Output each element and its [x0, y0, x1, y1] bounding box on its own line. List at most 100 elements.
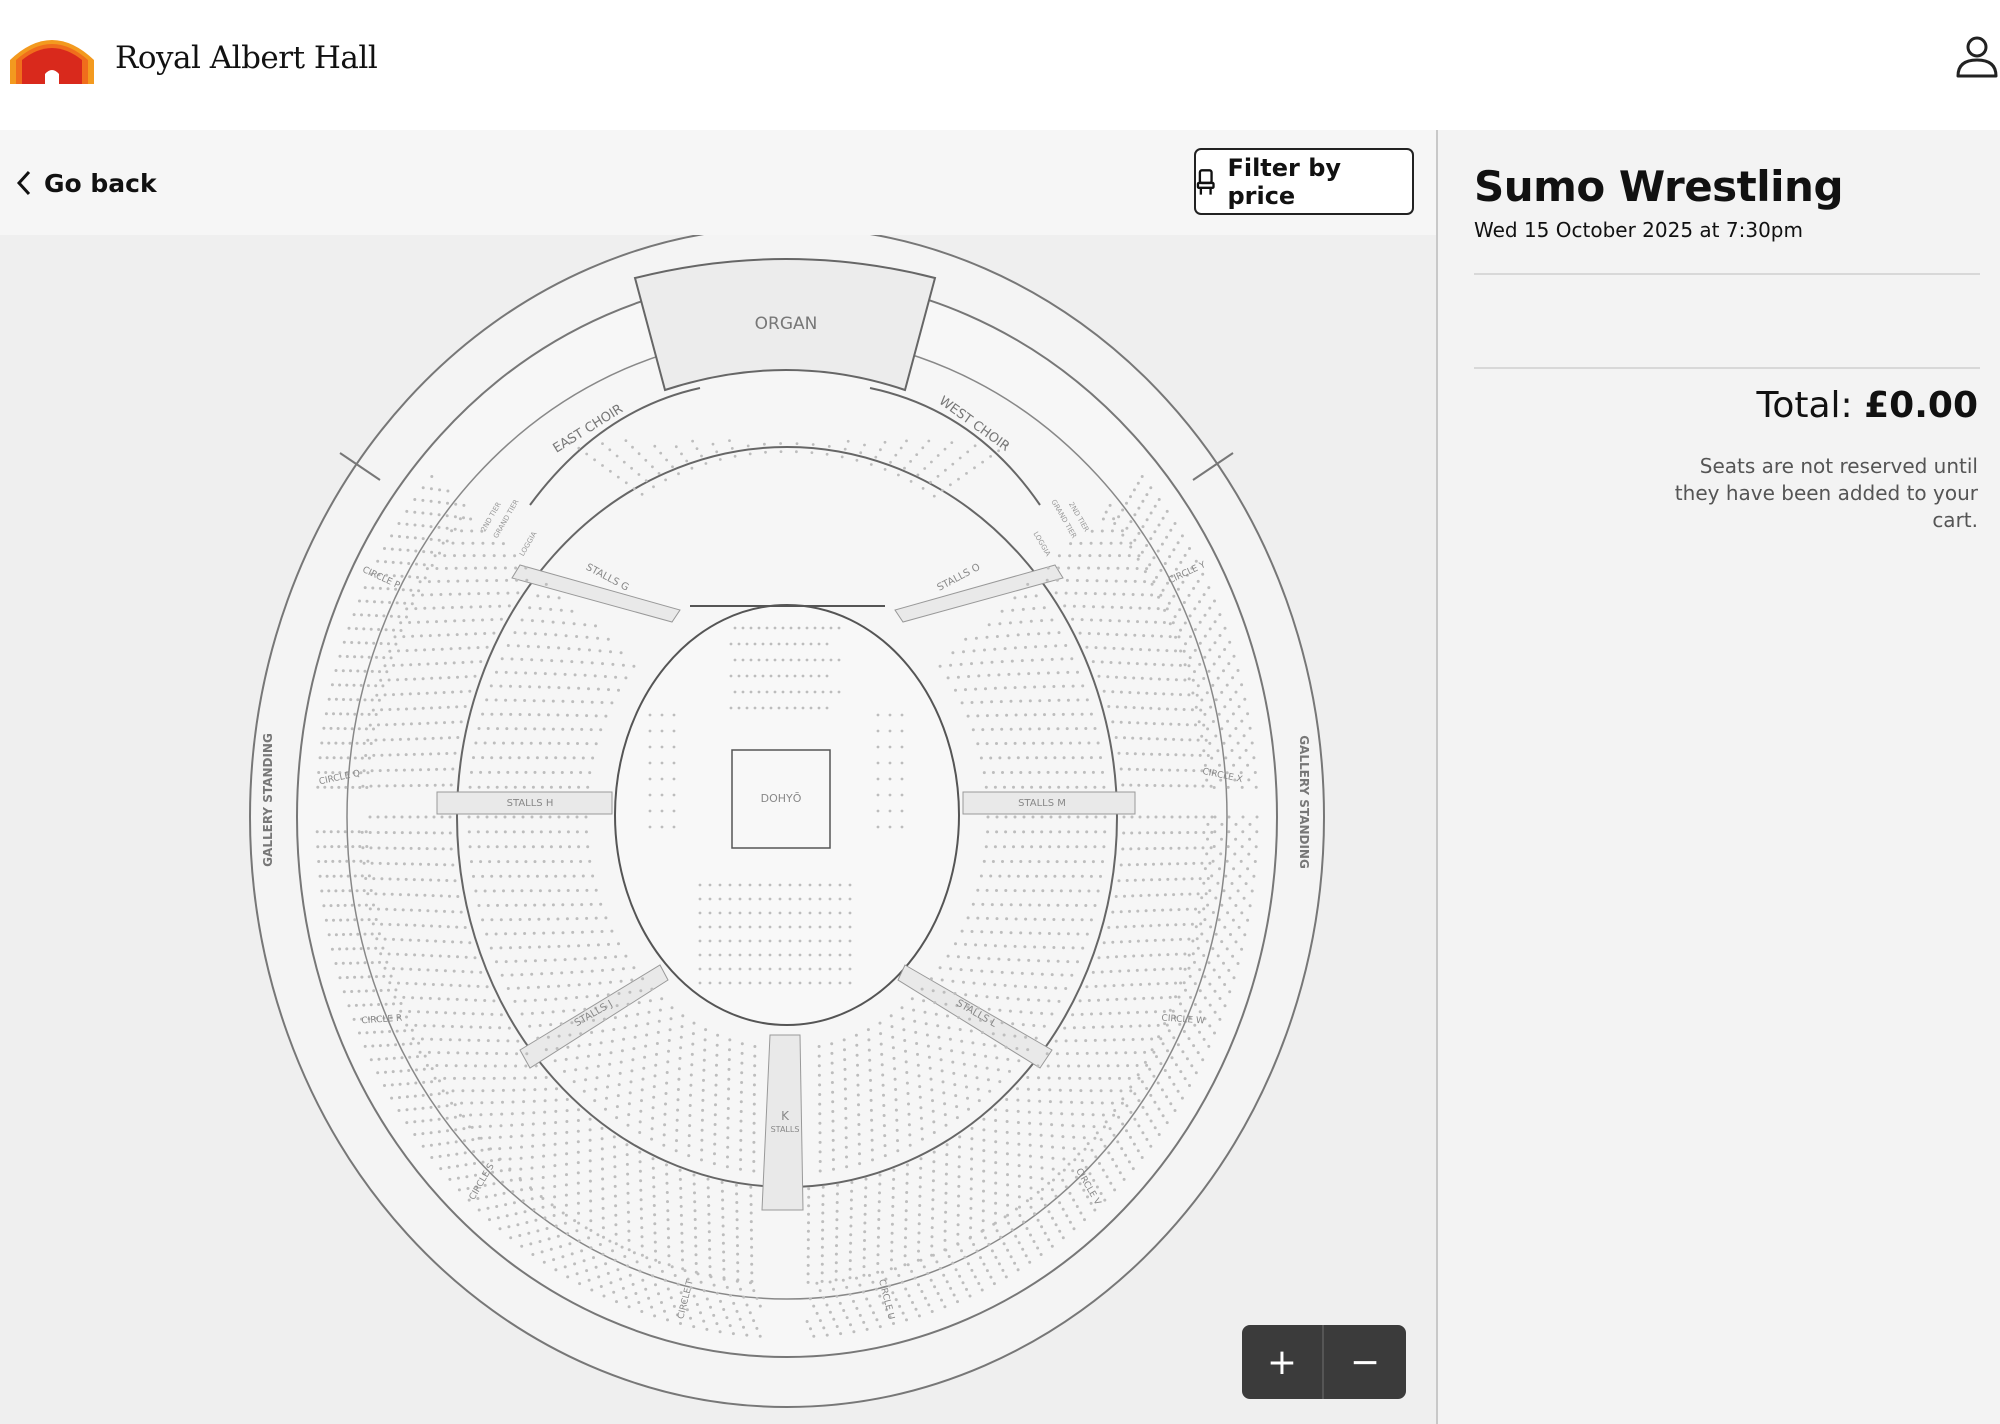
seat[interactable]: [956, 955, 960, 959]
seat[interactable]: [681, 1267, 685, 1271]
seat[interactable]: [520, 1244, 524, 1248]
seat[interactable]: [1231, 676, 1235, 680]
seat[interactable]: [868, 1273, 871, 1277]
seat[interactable]: [1024, 985, 1027, 989]
seat[interactable]: [445, 526, 449, 530]
seat[interactable]: [1228, 990, 1232, 994]
seat[interactable]: [883, 1154, 887, 1158]
seat[interactable]: [379, 952, 383, 956]
seat[interactable]: [753, 706, 757, 710]
seat[interactable]: [1212, 786, 1216, 789]
seat[interactable]: [844, 1107, 848, 1110]
seat[interactable]: [987, 1242, 991, 1246]
seat[interactable]: [596, 994, 600, 998]
seat[interactable]: [526, 986, 530, 990]
seat[interactable]: [1182, 649, 1186, 653]
seat[interactable]: [1039, 1122, 1043, 1126]
seat[interactable]: [722, 1250, 726, 1254]
seat[interactable]: [388, 877, 392, 881]
seat[interactable]: [1033, 917, 1037, 921]
seat[interactable]: [692, 1021, 696, 1025]
seat[interactable]: [739, 1090, 743, 1094]
seat[interactable]: [364, 877, 368, 880]
seat[interactable]: [1207, 669, 1211, 673]
seat[interactable]: [509, 946, 512, 950]
seat[interactable]: [1174, 678, 1178, 682]
seat[interactable]: [1016, 1109, 1020, 1113]
seat[interactable]: [1016, 1121, 1020, 1124]
seat[interactable]: [423, 648, 427, 652]
seat[interactable]: [1122, 1177, 1126, 1181]
seat[interactable]: [1019, 903, 1023, 907]
seat[interactable]: [604, 916, 608, 920]
seat[interactable]: [580, 903, 584, 907]
seat[interactable]: [1241, 830, 1245, 834]
seat[interactable]: [1248, 837, 1252, 841]
seat[interactable]: [576, 1140, 580, 1144]
seat[interactable]: [445, 514, 449, 518]
seat[interactable]: [1162, 621, 1166, 624]
seat[interactable]: [1034, 594, 1038, 598]
seat[interactable]: [347, 1004, 351, 1008]
seat[interactable]: [1058, 1088, 1062, 1092]
seat[interactable]: [1177, 722, 1181, 726]
seat[interactable]: [614, 1242, 618, 1246]
seat[interactable]: [1200, 861, 1204, 865]
seat[interactable]: [1099, 618, 1103, 622]
seat[interactable]: [1080, 1012, 1084, 1016]
seat[interactable]: [1056, 1064, 1060, 1068]
seat[interactable]: [890, 1258, 893, 1262]
seat[interactable]: [570, 660, 574, 664]
seat[interactable]: [438, 551, 441, 555]
seat[interactable]: [406, 1082, 410, 1086]
seat[interactable]: [695, 447, 699, 450]
seat[interactable]: [423, 982, 427, 986]
seat[interactable]: [576, 1161, 580, 1165]
seat[interactable]: [1078, 1076, 1082, 1080]
seat[interactable]: [825, 452, 829, 456]
seat[interactable]: [560, 771, 564, 774]
seat[interactable]: [1056, 727, 1060, 731]
seat[interactable]: [540, 972, 544, 976]
seat[interactable]: [516, 1223, 520, 1227]
seat[interactable]: [957, 1016, 961, 1020]
seat[interactable]: [543, 1110, 547, 1114]
seat[interactable]: [1036, 1190, 1040, 1194]
seat[interactable]: [715, 1063, 718, 1067]
seat[interactable]: [644, 1044, 648, 1048]
seat[interactable]: [611, 1249, 614, 1253]
seat[interactable]: [531, 1133, 535, 1137]
seat[interactable]: [821, 626, 825, 630]
seat[interactable]: [679, 1046, 683, 1050]
seat[interactable]: [342, 933, 345, 936]
seat[interactable]: [785, 706, 789, 710]
seat[interactable]: [1213, 599, 1216, 603]
seat[interactable]: [793, 642, 797, 646]
seat[interactable]: [704, 1028, 708, 1032]
seat[interactable]: [576, 889, 579, 892]
seat[interactable]: [1184, 988, 1187, 992]
seat[interactable]: [947, 1255, 951, 1258]
seat[interactable]: [663, 1123, 667, 1127]
seat[interactable]: [758, 939, 762, 943]
seat[interactable]: [493, 566, 497, 570]
seat[interactable]: [653, 1213, 657, 1217]
seat[interactable]: [421, 524, 425, 528]
seat[interactable]: [1117, 751, 1121, 755]
seat[interactable]: [564, 1193, 568, 1197]
seat[interactable]: [474, 632, 477, 636]
seat[interactable]: [1176, 768, 1180, 772]
seat[interactable]: [541, 1011, 545, 1015]
seat[interactable]: [1170, 692, 1174, 696]
seat[interactable]: [843, 1048, 846, 1052]
seat[interactable]: [888, 761, 892, 765]
seat[interactable]: [957, 1194, 961, 1198]
seat[interactable]: [1147, 893, 1151, 897]
seat[interactable]: [462, 1011, 466, 1015]
seat[interactable]: [412, 878, 416, 882]
seat[interactable]: [638, 1160, 642, 1164]
seat[interactable]: [429, 537, 433, 541]
seat[interactable]: [876, 1270, 880, 1274]
seat[interactable]: [753, 1054, 757, 1058]
seat[interactable]: [888, 793, 892, 797]
